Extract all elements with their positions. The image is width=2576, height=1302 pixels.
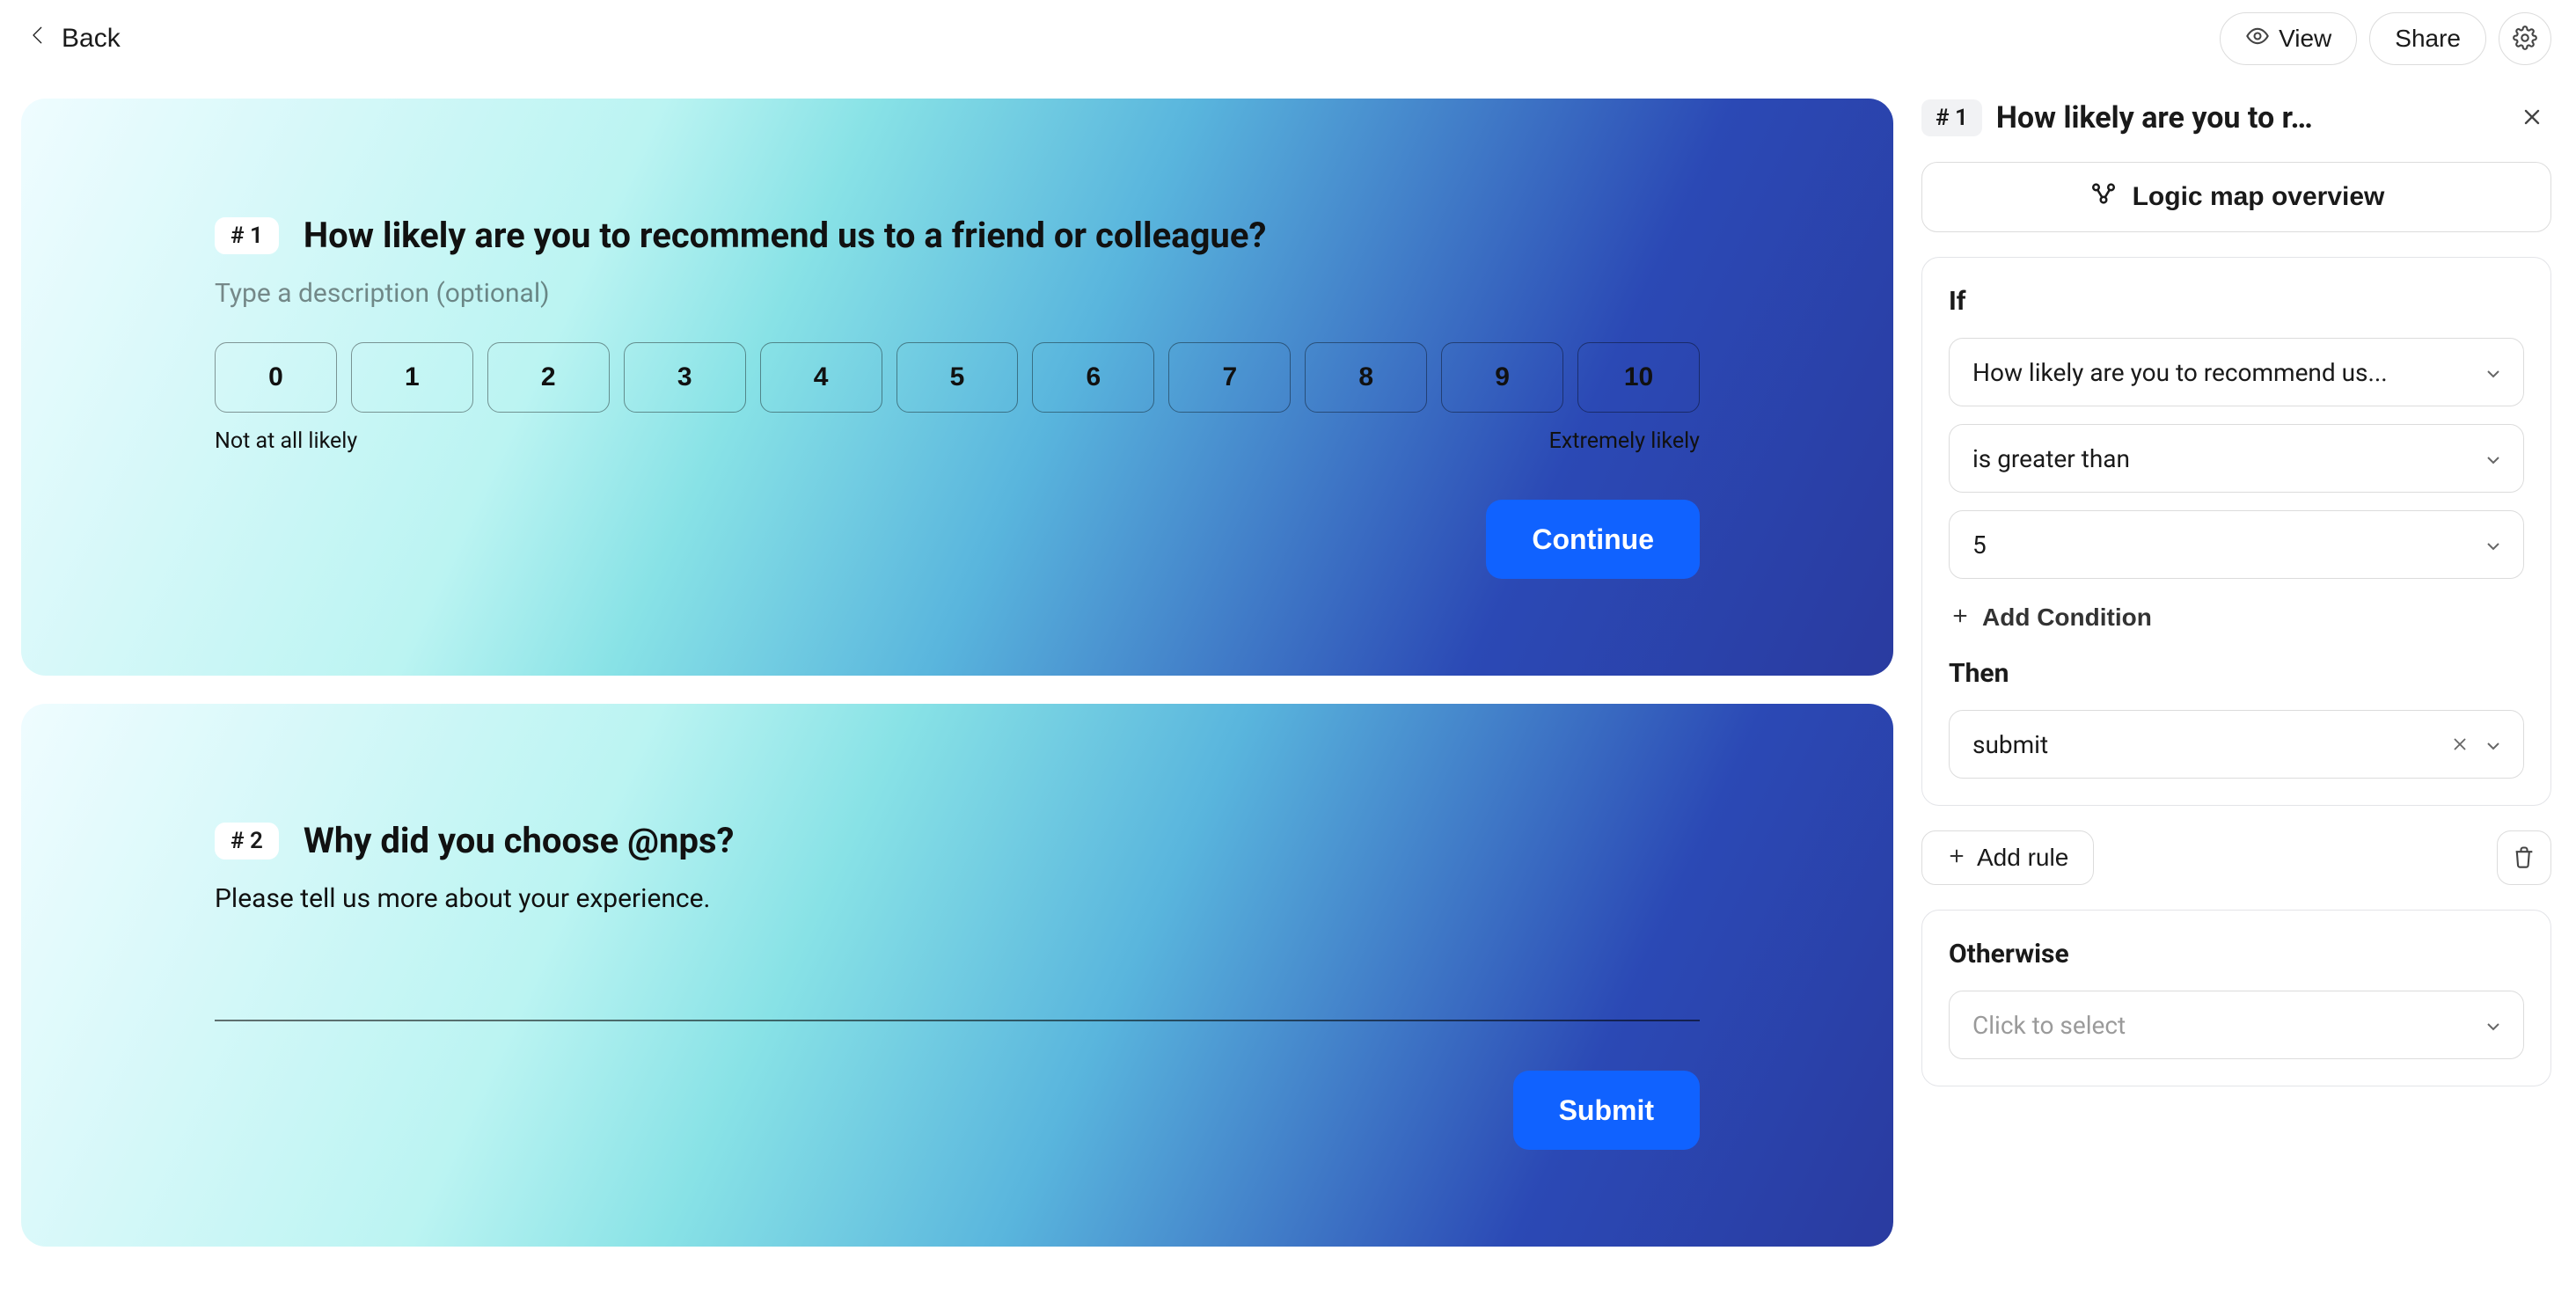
continue-button[interactable]: Continue <box>1486 500 1700 579</box>
nps-option-4[interactable]: 4 <box>760 342 882 413</box>
otherwise-group: Otherwise Click to select <box>1921 910 2551 1086</box>
logic-map-overview-label: Logic map overview <box>2133 182 2385 212</box>
delete-rule-button[interactable] <box>2497 830 2551 885</box>
chevron-down-icon <box>2483 448 2504 469</box>
question-header: # 2 Why did you choose @nps? <box>215 818 1700 864</box>
nps-option-10[interactable]: 10 <box>1577 342 1700 413</box>
nps-option-7[interactable]: 7 <box>1168 342 1291 413</box>
nps-option-9[interactable]: 9 <box>1441 342 1563 413</box>
question-footer: Continue <box>215 500 1700 579</box>
condition-operator-select[interactable]: is greater than <box>1949 424 2524 493</box>
share-label: Share <box>2395 25 2461 53</box>
view-label: View <box>2279 25 2331 53</box>
nps-scale: 0 1 2 3 4 5 6 7 8 9 10 <box>215 342 1700 413</box>
question-subtext[interactable]: Please tell us more about your experienc… <box>215 883 1700 914</box>
logic-panel-header: # 1 How likely are you to r… <box>1921 99 2551 137</box>
question-title[interactable]: How likely are you to recommend us to a … <box>304 213 1266 259</box>
nps-option-1[interactable]: 1 <box>351 342 473 413</box>
plus-icon <box>1947 844 1966 872</box>
question-description-input[interactable]: Type a description (optional) <box>215 278 1700 309</box>
add-condition-button[interactable]: Add Condition <box>1949 596 2524 632</box>
otherwise-label: Otherwise <box>1949 939 2524 969</box>
back-button[interactable]: Back <box>25 22 121 55</box>
arrow-left-icon <box>25 22 51 55</box>
settings-button[interactable] <box>2499 12 2551 65</box>
logic-map-icon <box>2089 179 2119 216</box>
chevron-down-icon <box>2483 734 2504 755</box>
rule-actions-row: Add rule <box>1921 830 2551 885</box>
question-header: # 1 How likely are you to recommend us t… <box>215 213 1700 259</box>
if-label: If <box>1949 286 2524 317</box>
condition-value-select[interactable]: 5 <box>1949 510 2524 579</box>
then-action-select[interactable]: submit <box>1949 710 2524 779</box>
topbar: Back View Share <box>0 0 2576 77</box>
question-card-2: # 2 Why did you choose @nps? Please tell… <box>21 704 1893 1247</box>
question-number-badge: # 1 <box>215 217 279 254</box>
back-label: Back <box>62 24 121 54</box>
view-button[interactable]: View <box>2220 12 2357 65</box>
nps-option-6[interactable]: 6 <box>1032 342 1154 413</box>
condition-field-value: How likely are you to recommend us... <box>1972 358 2388 387</box>
clear-icon[interactable] <box>2449 734 2470 755</box>
otherwise-placeholder: Click to select <box>1972 1011 2126 1040</box>
logic-panel: # 1 How likely are you to r… Logic map o… <box>1921 99 2555 1302</box>
trash-icon <box>2512 845 2536 872</box>
close-panel-button[interactable] <box>2513 99 2551 137</box>
gear-icon <box>2513 26 2537 53</box>
chevron-down-icon <box>2483 362 2504 383</box>
chevron-down-icon <box>2483 534 2504 555</box>
then-label: Then <box>1949 658 2524 689</box>
preview-column: # 1 How likely are you to recommend us t… <box>21 99 1893 1302</box>
add-rule-button[interactable]: Add rule <box>1921 830 2094 885</box>
nps-option-8[interactable]: 8 <box>1305 342 1427 413</box>
close-icon <box>2520 105 2544 132</box>
nps-option-5[interactable]: 5 <box>896 342 1019 413</box>
nps-option-2[interactable]: 2 <box>487 342 610 413</box>
chevron-down-icon <box>2483 1014 2504 1035</box>
nps-option-0[interactable]: 0 <box>215 342 337 413</box>
answer-input-line[interactable] <box>215 1020 1700 1021</box>
nps-option-3[interactable]: 3 <box>624 342 746 413</box>
then-action-value: submit <box>1972 730 2048 759</box>
question-card-1: # 1 How likely are you to recommend us t… <box>21 99 1893 676</box>
nps-high-label: Extremely likely <box>1549 428 1700 454</box>
eye-icon <box>2245 24 2270 55</box>
question-number-badge: # 2 <box>215 823 279 859</box>
otherwise-action-select[interactable]: Click to select <box>1949 991 2524 1059</box>
if-group: If How likely are you to recommend us...… <box>1921 257 2551 806</box>
condition-value: 5 <box>1972 530 1987 560</box>
plus-icon <box>1950 603 1970 632</box>
logic-map-overview-button[interactable]: Logic map overview <box>1921 162 2551 232</box>
logic-question-badge: # 1 <box>1921 99 1982 136</box>
question-title[interactable]: Why did you choose @nps? <box>304 818 735 864</box>
nps-labels-row: Not at all likely Extremely likely <box>215 428 1700 454</box>
condition-operator-value: is greater than <box>1972 444 2130 473</box>
add-rule-label: Add rule <box>1977 844 2068 872</box>
submit-button[interactable]: Submit <box>1513 1071 1700 1150</box>
share-button[interactable]: Share <box>2369 12 2486 65</box>
condition-field-select[interactable]: How likely are you to recommend us... <box>1949 338 2524 406</box>
question-footer: Submit <box>215 1071 1700 1150</box>
logic-question-title: How likely are you to r… <box>1996 100 2499 135</box>
main-layout: # 1 How likely are you to recommend us t… <box>0 77 2576 1302</box>
nps-low-label: Not at all likely <box>215 428 357 454</box>
add-condition-label: Add Condition <box>1982 603 2152 632</box>
